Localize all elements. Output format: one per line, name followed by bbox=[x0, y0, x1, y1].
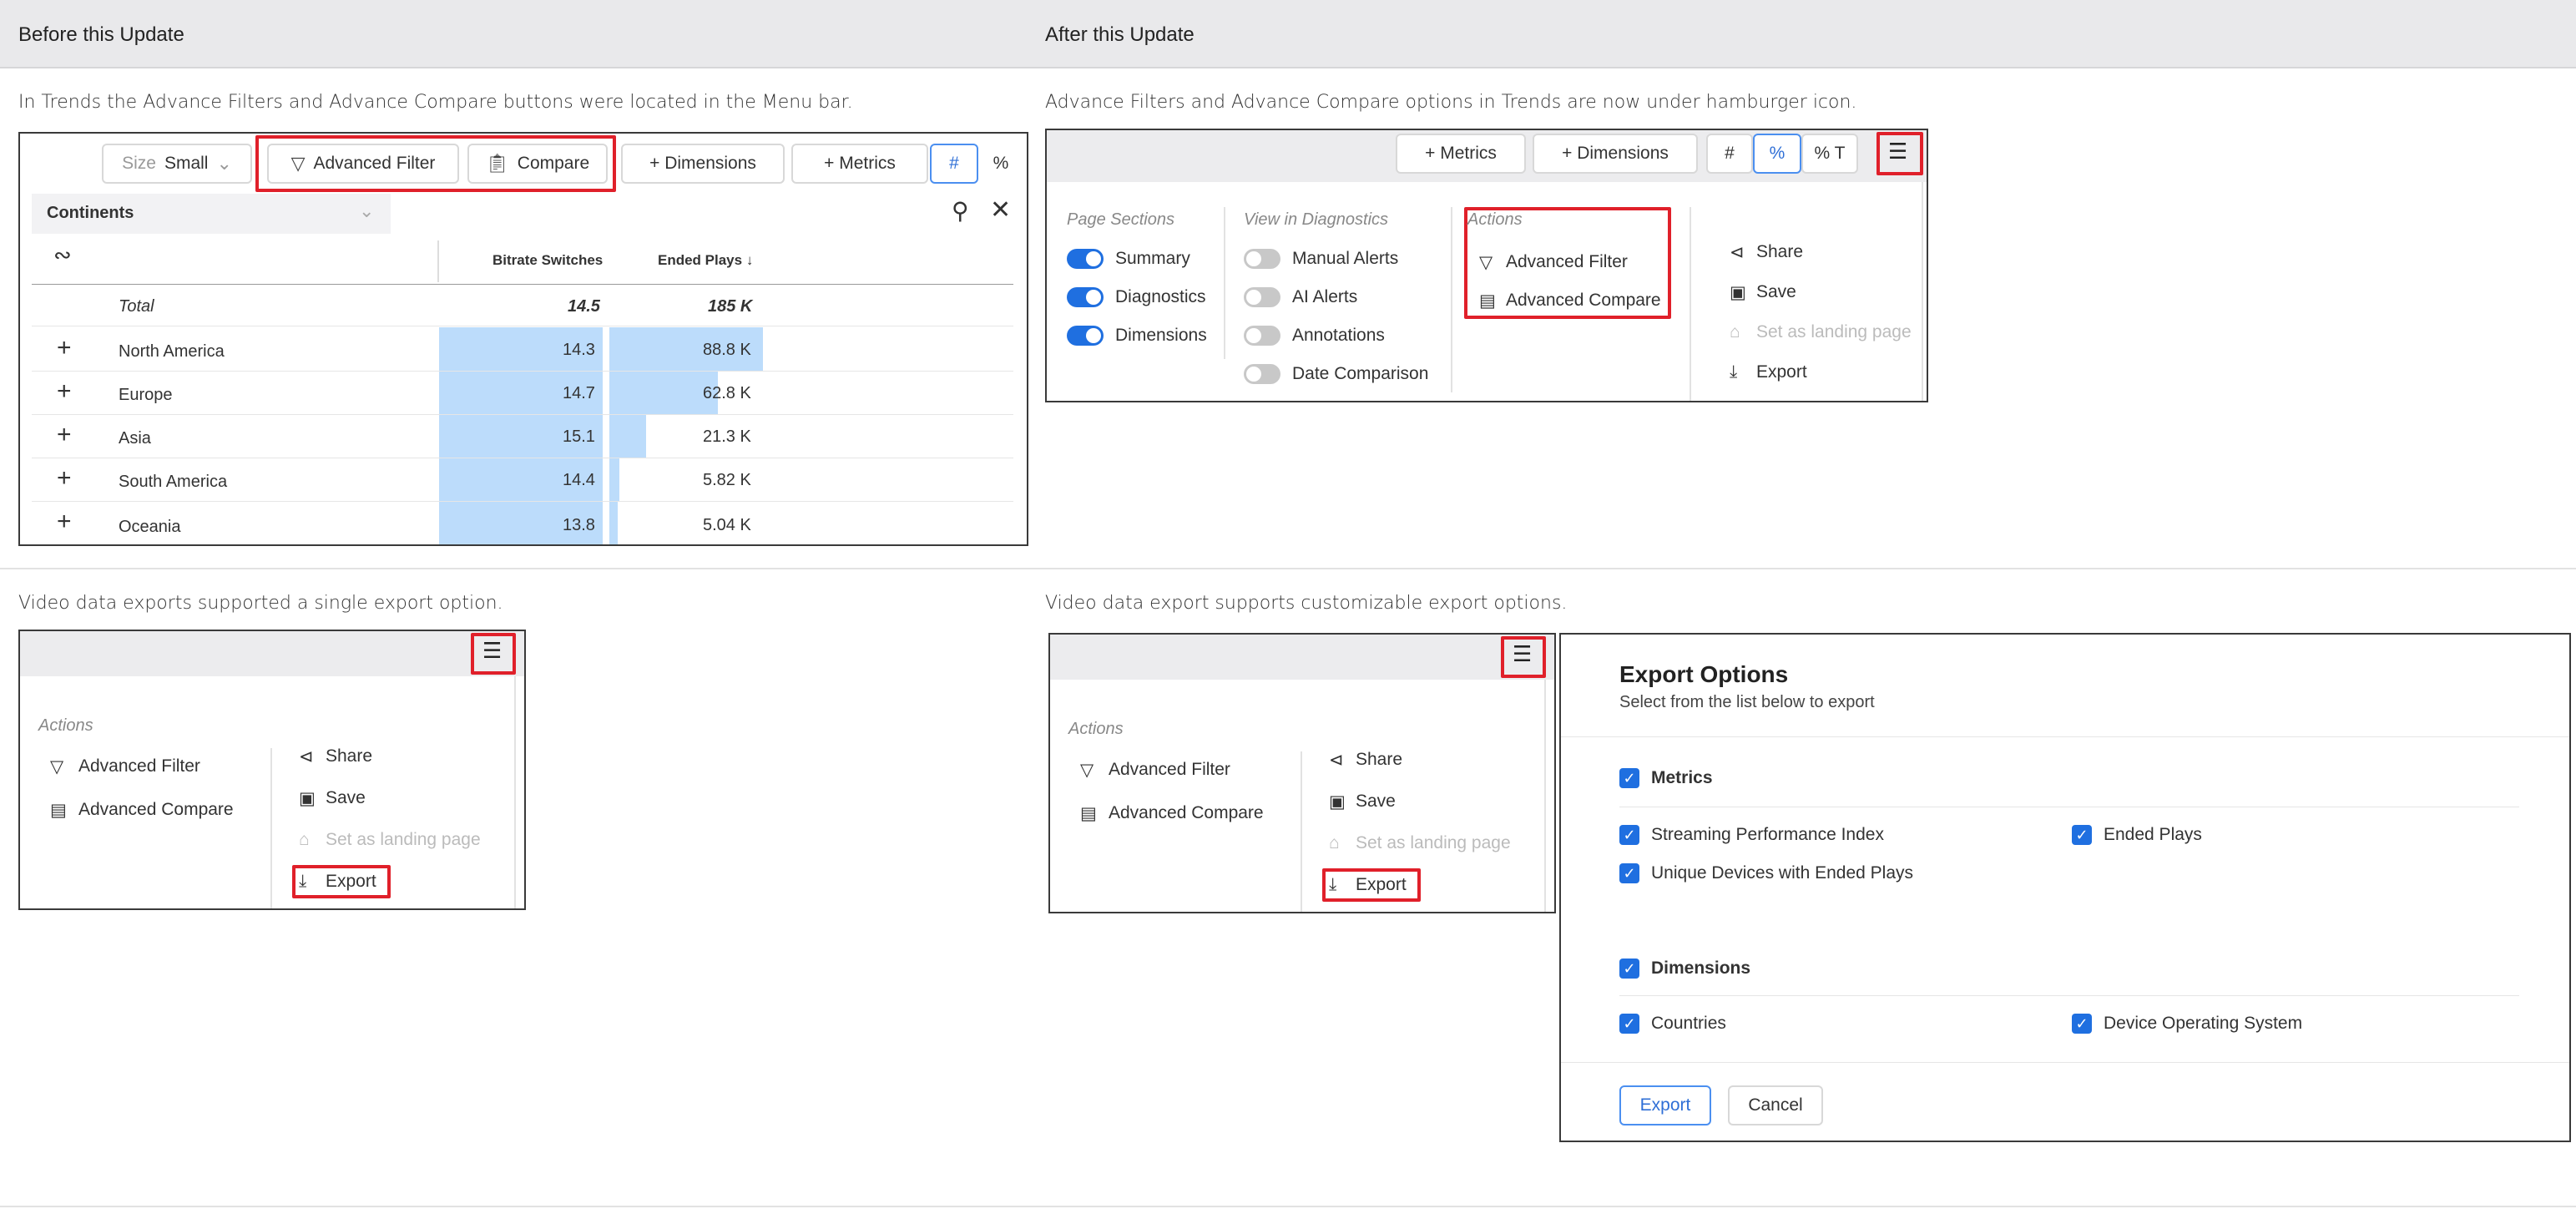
size-value: Small bbox=[164, 154, 209, 173]
check-icon: ✓ bbox=[1619, 825, 1639, 845]
row2-after-description: Video data export supports customizable … bbox=[1045, 593, 1568, 614]
expand-icon[interactable]: + bbox=[57, 334, 72, 362]
dialog-title: Export Options bbox=[1619, 661, 1789, 687]
ai-alerts-toggle[interactable] bbox=[1244, 287, 1280, 307]
check-icon: ✓ bbox=[1619, 1014, 1639, 1034]
funnel-icon: ▽ bbox=[50, 757, 64, 776]
highlight-box bbox=[255, 135, 616, 192]
check-icon: ✓ bbox=[2072, 825, 2092, 845]
funnel-icon: ▽ bbox=[1080, 761, 1094, 780]
check-icon: ✓ bbox=[2072, 1014, 2092, 1034]
expand-icon[interactable]: + bbox=[57, 421, 72, 449]
date-comparison-toggle[interactable] bbox=[1244, 364, 1280, 384]
dimensions-toggle[interactable] bbox=[1067, 326, 1104, 346]
cancel-button[interactable]: Cancel bbox=[1728, 1085, 1823, 1125]
row1-after-description: Advance Filters and Advance Compare opti… bbox=[1045, 92, 1857, 113]
check-icon: ✓ bbox=[1619, 768, 1639, 788]
trends-after-screenshot: + Metrics + Dimensions # % % T ☰ Page Se… bbox=[1045, 129, 1928, 402]
hamburger-icon[interactable]: ☰ bbox=[1888, 139, 1907, 164]
total-bitrate: 14.5 bbox=[568, 297, 600, 316]
percent-toggle[interactable]: % bbox=[1753, 134, 1801, 174]
percent-total-toggle[interactable]: % T bbox=[1801, 134, 1858, 174]
view-in-diagnostics-title: View in Diagnostics bbox=[1244, 210, 1389, 229]
chevron-down-icon: ⌄ bbox=[359, 200, 375, 221]
save-icon: ▣ bbox=[1329, 792, 1346, 812]
summary-toggle[interactable] bbox=[1067, 249, 1104, 269]
hamburger-icon[interactable]: ☰ bbox=[1513, 641, 1532, 667]
download-icon: ⤓ bbox=[1730, 362, 1738, 382]
export-before-screenshot: ☰ Actions ▽ Advanced Filter ▤ Advanced C… bbox=[18, 630, 526, 910]
total-label: Total bbox=[119, 297, 154, 316]
check-icon: ✓ bbox=[1619, 959, 1639, 979]
row1-before-description: In Trends the Advance Filters and Advanc… bbox=[18, 92, 853, 113]
clipboard-icon: ▤ bbox=[50, 801, 67, 820]
annotations-toggle[interactable] bbox=[1244, 326, 1280, 346]
download-icon: ⤓ bbox=[1329, 875, 1337, 894]
check-icon: ✓ bbox=[1619, 863, 1639, 883]
diagnostics-toggle[interactable] bbox=[1067, 287, 1104, 307]
clipboard-icon: ▤ bbox=[1479, 291, 1496, 311]
sparkline-icon: ∾ bbox=[53, 242, 72, 267]
share-icon: ⊲ bbox=[1730, 243, 1745, 262]
share-icon: ⊲ bbox=[299, 747, 314, 766]
chevron-down-icon: ⌄ bbox=[216, 153, 232, 174]
save-icon: ▣ bbox=[1730, 283, 1746, 302]
home-icon: ⌂ bbox=[299, 830, 310, 849]
clipboard-icon: ▤ bbox=[1080, 804, 1097, 823]
export-button[interactable]: Export bbox=[1619, 1085, 1711, 1125]
header-before: Before this Update bbox=[18, 23, 184, 46]
export-options-dialog: Export Options Select from the list belo… bbox=[1559, 633, 2571, 1142]
size-label: Size bbox=[122, 154, 156, 173]
hash-toggle[interactable]: # bbox=[1706, 134, 1753, 174]
column-header-ended-plays[interactable]: Ended Plays ↓ bbox=[658, 252, 753, 269]
save-icon: ▣ bbox=[299, 789, 316, 808]
header-after: After this Update bbox=[1045, 23, 1195, 46]
expand-icon[interactable]: + bbox=[57, 508, 72, 536]
export-after-menu-screenshot: ☰ Actions ▽ Advanced Filter ▤ Advanced C… bbox=[1048, 633, 1556, 913]
add-metrics-button[interactable]: + Metrics bbox=[791, 144, 928, 184]
percent-toggle[interactable]: % bbox=[978, 144, 1023, 184]
add-dimensions-button[interactable]: + Dimensions bbox=[1533, 134, 1698, 174]
actions-title: Actions bbox=[1467, 210, 1523, 229]
add-dimensions-button[interactable]: + Dimensions bbox=[621, 144, 785, 184]
home-icon: ⌂ bbox=[1730, 322, 1740, 341]
close-icon[interactable]: ✕ bbox=[990, 195, 1011, 225]
dialog-subtitle: Select from the list below to export bbox=[1619, 693, 1875, 711]
add-metrics-button[interactable]: + Metrics bbox=[1396, 134, 1526, 174]
funnel-icon: ▽ bbox=[1479, 253, 1493, 272]
size-select[interactable]: Size Small ⌄ bbox=[102, 144, 252, 184]
column-header-bitrate[interactable]: Bitrate Switches bbox=[492, 252, 603, 269]
page-sections-title: Page Sections bbox=[1067, 210, 1174, 229]
trends-before-screenshot: Size Small ⌄ ▽ Advanced Filter 📋︎ Compar… bbox=[18, 132, 1028, 546]
actions-title: Actions bbox=[1068, 720, 1124, 738]
actions-title: Actions bbox=[38, 716, 93, 735]
expand-icon[interactable]: + bbox=[57, 377, 72, 406]
download-icon: ⤓ bbox=[299, 872, 307, 891]
dimension-select[interactable]: Continents ⌄ bbox=[32, 194, 391, 234]
manual-alerts-toggle[interactable] bbox=[1244, 249, 1280, 269]
search-icon[interactable]: ⚲ bbox=[952, 197, 969, 225]
row2-before-description: Video data exports supported a single ex… bbox=[18, 593, 503, 614]
share-icon: ⊲ bbox=[1329, 751, 1344, 770]
expand-icon[interactable]: + bbox=[57, 464, 72, 493]
hamburger-icon[interactable]: ☰ bbox=[482, 638, 502, 664]
hash-toggle[interactable]: # bbox=[930, 144, 978, 184]
dimension-select-label: Continents bbox=[47, 204, 134, 222]
total-ended-plays: 185 K bbox=[708, 297, 753, 316]
table-header-row: Before this Update After this Update bbox=[0, 0, 2576, 68]
home-icon: ⌂ bbox=[1329, 833, 1340, 852]
